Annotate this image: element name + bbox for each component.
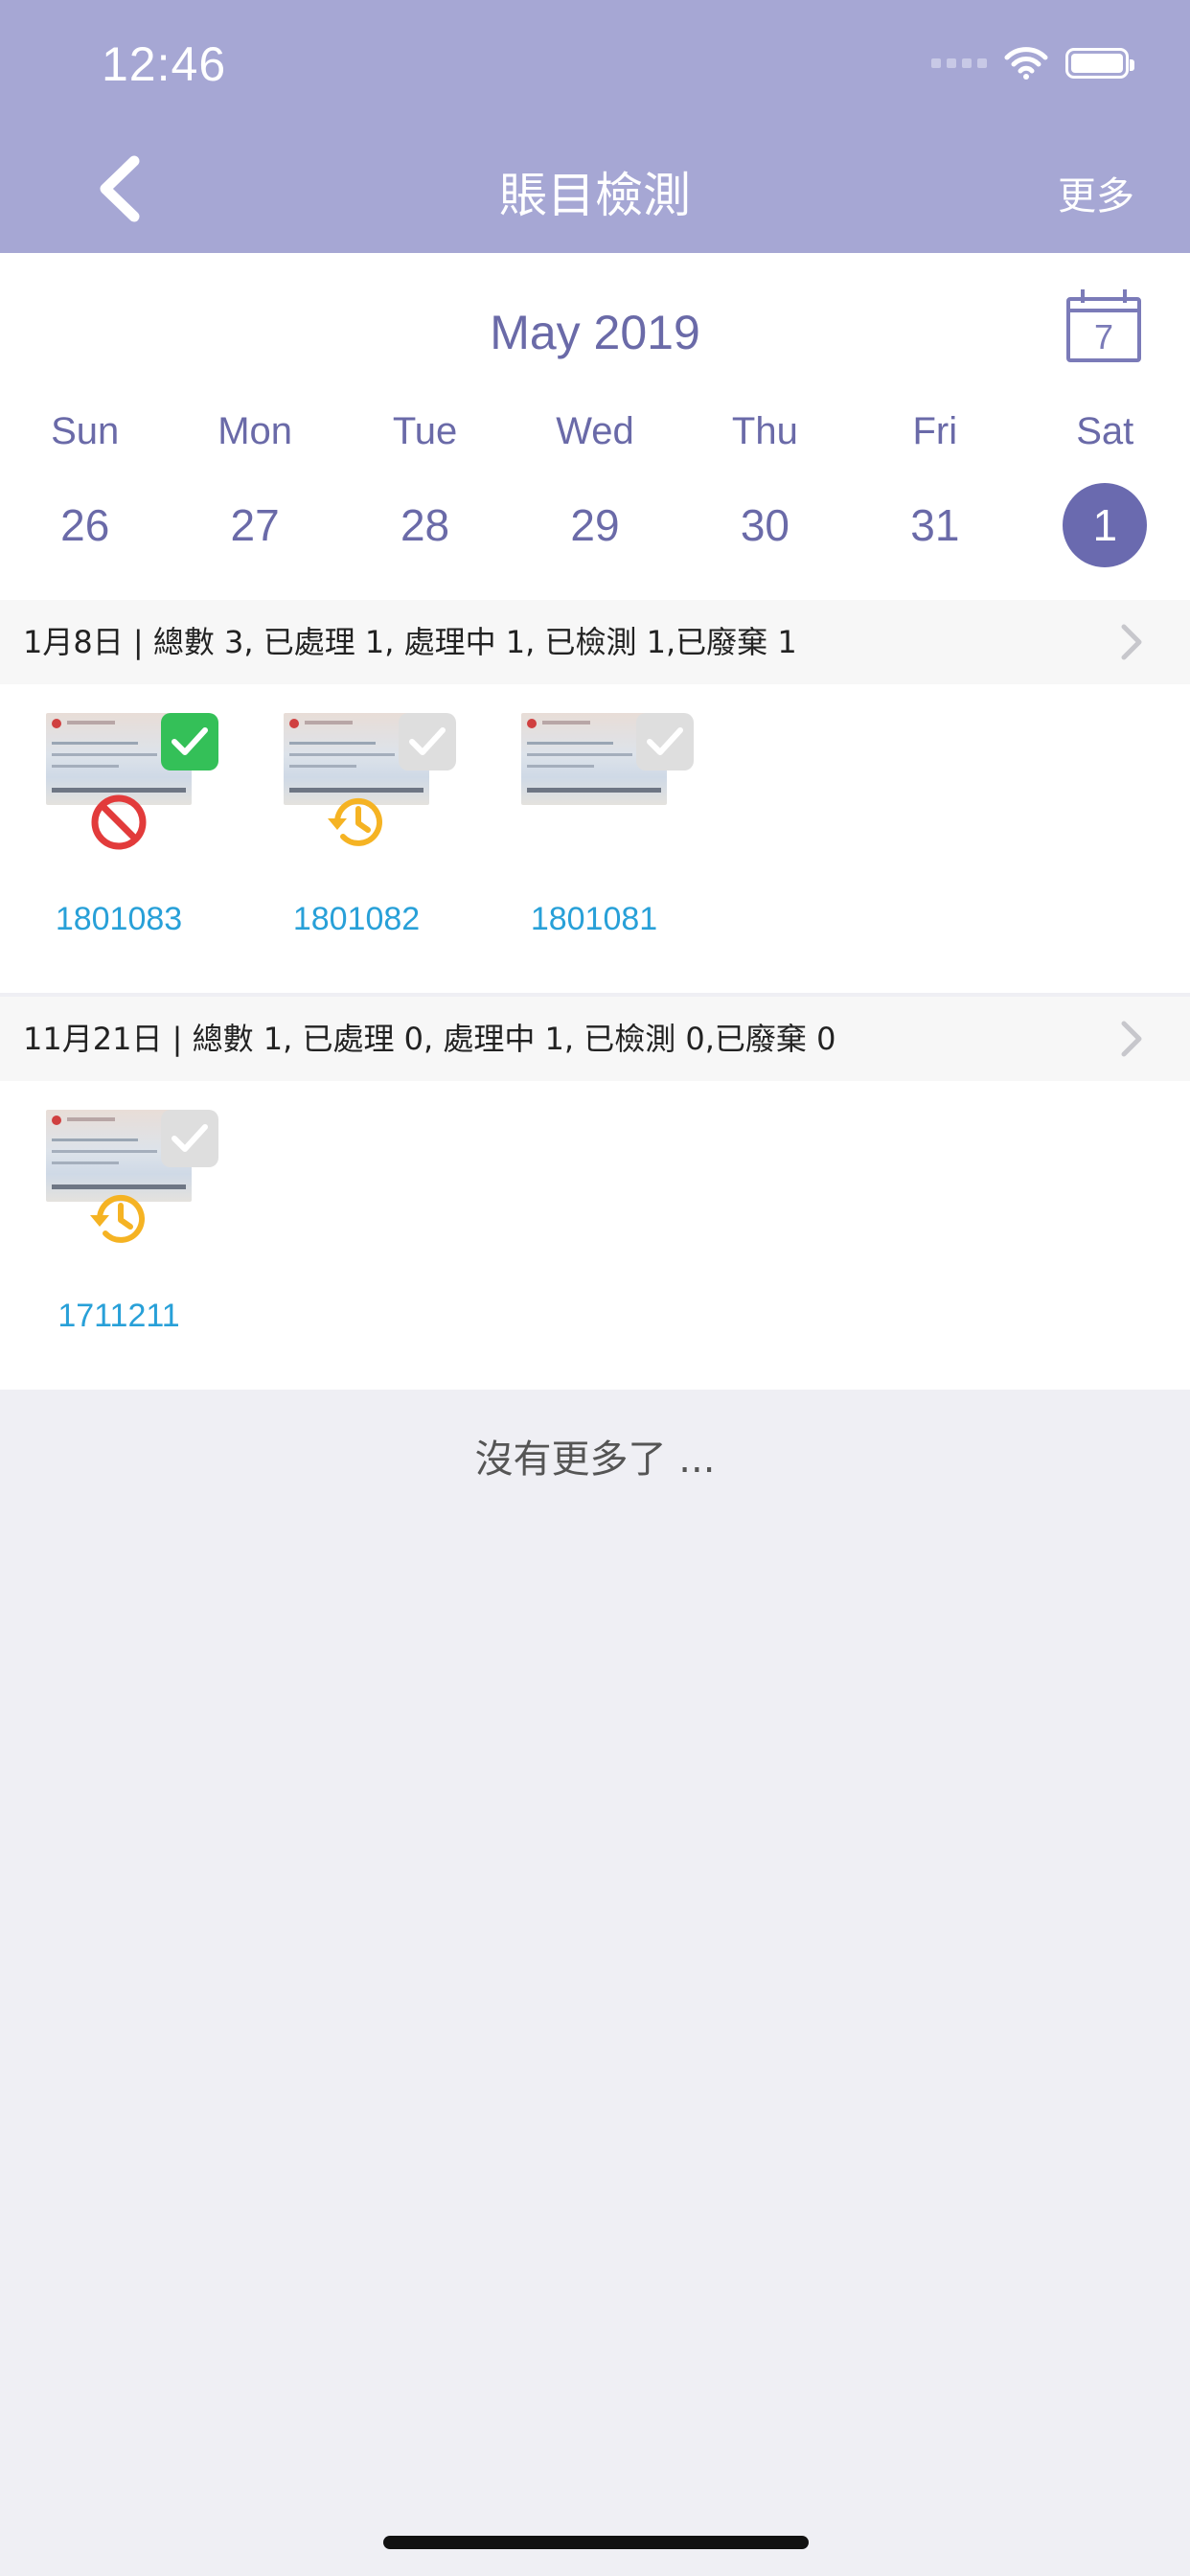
checkbox-unchecked[interactable] — [399, 713, 456, 770]
cheque-item[interactable]: 1801082 — [261, 684, 481, 962]
status-time: 12:46 — [102, 37, 227, 91]
home-indicator[interactable] — [383, 2536, 809, 2549]
section-header-jan8[interactable]: 1月8日 | 總數 3, 已處理 1, 處理中 1, 已檢測 1,已廢棄 1 — [0, 600, 1190, 684]
date-cell[interactable]: 31 — [850, 483, 1019, 567]
date-cell[interactable]: 29 — [510, 483, 679, 567]
cellular-signal-icon — [931, 58, 987, 68]
date-cell-selected[interactable]: 1 — [1020, 483, 1190, 567]
no-more-text: 沒有更多了 ... — [474, 1438, 716, 1482]
calendar-strip: May 2019 7 Sun Mon Tue Wed Thu Fri Sat 2… — [0, 253, 1190, 600]
checkbox-unchecked[interactable] — [636, 713, 694, 770]
chevron-right-icon — [1121, 1021, 1142, 1057]
chevron-right-icon — [1121, 624, 1142, 660]
checkbox-checked[interactable] — [161, 713, 218, 770]
date-number: 26 — [60, 500, 110, 550]
date-number: 29 — [570, 500, 620, 550]
status-indicators — [931, 46, 1134, 80]
date-cell[interactable]: 30 — [680, 483, 850, 567]
history-icon — [90, 1194, 145, 1243]
date-number: 28 — [400, 500, 450, 550]
section-header-nov21[interactable]: 11月21日 | 總數 1, 已處理 0, 處理中 1, 已檢測 0,已廢棄 0 — [0, 997, 1190, 1081]
history-icon — [328, 797, 382, 846]
checkbox-unchecked[interactable] — [161, 1110, 218, 1167]
page-title: 賬目檢測 — [499, 168, 691, 223]
cheque-code[interactable]: 1801082 — [261, 901, 452, 938]
weekday-label: Mon — [217, 410, 293, 452]
date-cell[interactable]: 27 — [170, 483, 339, 567]
cheque-item[interactable]: 1801083 — [23, 684, 243, 962]
date-cell[interactable]: 26 — [0, 483, 170, 567]
section-summary: 11月21日 | 總數 1, 已處理 0, 處理中 1, 已檢測 0,已廢棄 0 — [23, 1021, 836, 1057]
cheque-code[interactable]: 1801083 — [23, 901, 215, 938]
section-items: 1711211 — [0, 1081, 1190, 1390]
date-number: 1 — [1063, 483, 1148, 567]
navigation-bar: 12:46 賬目檢測 更多 — [0, 0, 1190, 253]
weekday-label: Sun — [51, 410, 120, 452]
weekday-label: Thu — [731, 410, 798, 452]
date-row: 26 27 28 29 30 31 1 — [0, 483, 1190, 567]
date-number: 30 — [740, 500, 790, 550]
month-label: May 2019 — [490, 306, 700, 359]
checkmark-icon — [172, 1124, 208, 1152]
section-items: 1801083 1801082 1801081 — [0, 684, 1190, 993]
checkmark-icon — [172, 727, 208, 755]
cheque-item[interactable]: 1711211 — [23, 1081, 243, 1359]
wifi-icon — [1004, 47, 1048, 80]
weekday-row: Sun Mon Tue Wed Thu Fri Sat — [0, 410, 1190, 453]
checkmark-icon — [647, 727, 683, 755]
weekday-label: Wed — [556, 410, 634, 452]
cheque-code[interactable]: 1711211 — [23, 1298, 215, 1335]
weekday-label: Tue — [392, 410, 458, 452]
section-summary: 1月8日 | 總數 3, 已處理 1, 處理中 1, 已檢測 1,已廢棄 1 — [23, 624, 797, 660]
cheque-item[interactable]: 1801081 — [498, 684, 719, 962]
battery-icon — [1065, 48, 1134, 79]
date-cell[interactable]: 28 — [340, 483, 510, 567]
calendar-icon-day: 7 — [1094, 317, 1113, 356]
prohibited-icon — [91, 794, 147, 850]
date-number: 27 — [230, 500, 280, 550]
weekday-label: Fri — [912, 410, 958, 452]
calendar-icon[interactable]: 7 — [1065, 288, 1142, 364]
more-button[interactable]: 更多 — [1058, 165, 1134, 220]
date-number: 31 — [910, 500, 960, 550]
cheque-code[interactable]: 1801081 — [498, 901, 690, 938]
weekday-label: Sat — [1076, 410, 1134, 452]
checkmark-icon — [409, 727, 446, 755]
